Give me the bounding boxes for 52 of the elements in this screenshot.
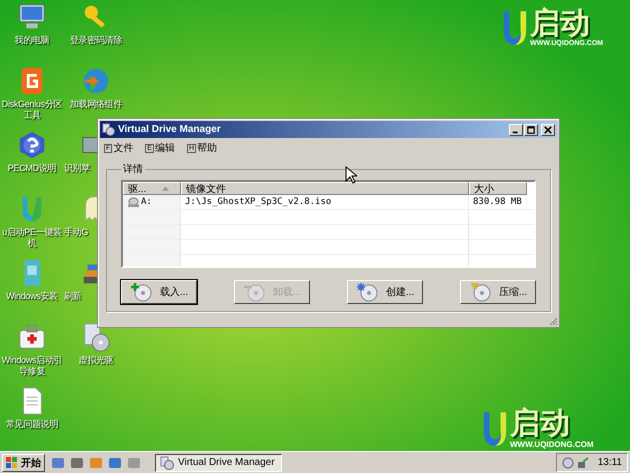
table-cell: J:\Js_GhostXP_Sp3C_v2.8.iso (181, 195, 469, 209)
load-button[interactable]: 载入... (121, 280, 197, 304)
icon-label: 常见问题说明 (6, 419, 58, 430)
taskbar-button[interactable]: Virtual Drive Manager (155, 454, 282, 472)
icon-label: Windows安装 (6, 291, 58, 302)
table-cell: 830.98 MB (469, 195, 527, 209)
create-button[interactable]: 创建... (347, 280, 423, 304)
minimize-button[interactable] (509, 124, 523, 136)
sort-arrow-icon (162, 186, 170, 191)
icon-label: 手动G (64, 227, 88, 238)
icon-label: PECMD说明 (8, 163, 56, 174)
resize-grip-icon[interactable] (548, 316, 558, 326)
quick-launch-icon[interactable] (70, 456, 84, 470)
maximize-icon (527, 126, 535, 134)
close-icon (544, 126, 552, 134)
table-cell: A: (123, 195, 181, 209)
column-header[interactable]: 驱... (123, 182, 181, 195)
disc-minus-icon (242, 282, 267, 302)
column-header[interactable]: 镜像文件 (181, 182, 469, 195)
start-button[interactable]: 开始 (2, 454, 45, 472)
icon-label: 我的电脑 (14, 35, 50, 46)
icon-label: 识别苹 (64, 163, 90, 174)
maximize-button[interactable] (524, 124, 538, 136)
disc-funnel-icon (468, 282, 493, 302)
disc-icon[interactable] (562, 456, 574, 468)
compress-button[interactable]: 压缩... (460, 280, 536, 304)
icon-label: u启动PE一键装机 (1, 227, 63, 249)
help-icon[interactable] (17, 130, 47, 160)
icon-label: 加载网络组件 (70, 99, 122, 110)
icon-label: 登录密码清除 (70, 35, 122, 46)
windows-logo-icon (6, 456, 18, 468)
disc-star-icon (356, 282, 380, 302)
logo-wordmark: 启动 (530, 8, 591, 40)
icon-label: 刷新 (64, 291, 82, 302)
group-title: 详情 (122, 162, 144, 176)
drive-icon (127, 196, 140, 208)
icon-label: 虚拟光驱 (78, 355, 114, 366)
disc-icon (102, 123, 115, 136)
disc-icon (160, 456, 174, 470)
icon-label: DiskGenius分区工具 (0, 99, 64, 121)
logo-wordmark: 启动 (510, 408, 571, 440)
quick-launch-icon[interactable] (108, 456, 122, 470)
quick-launch-icon[interactable] (51, 456, 65, 470)
close-button[interactable] (541, 124, 555, 136)
network-icon[interactable] (576, 456, 589, 468)
logo-url: WWW.UQIDONG.COM (510, 440, 594, 449)
quick-launch-icon[interactable] (127, 456, 141, 470)
column-header[interactable]: 大小 (469, 182, 527, 195)
icon-label: Windows启动引导修复 (0, 355, 64, 377)
window-title: Virtual Drive Manager (118, 124, 222, 135)
disc-plus-icon (130, 282, 154, 302)
clock: 13:11 (598, 457, 622, 468)
